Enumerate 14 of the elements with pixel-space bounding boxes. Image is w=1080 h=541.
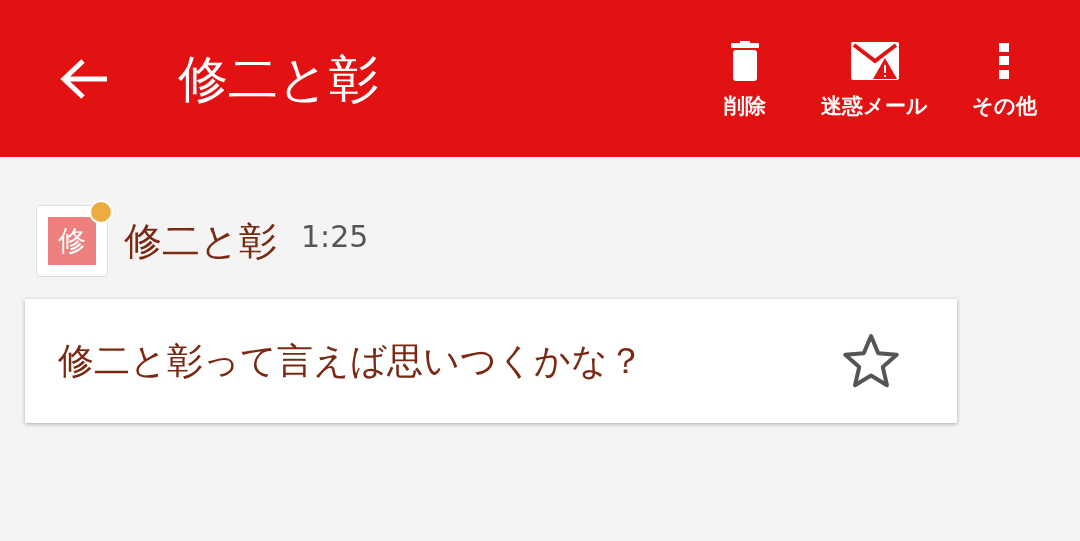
trash-icon [729,41,761,81]
star-button[interactable] [841,332,901,390]
header-title: 修二と彰 [178,53,379,104]
sender-name: 修二と彰 [124,222,277,260]
message-body: 修二と彰って言えば思いつくかな？ [58,343,644,379]
star-icon [841,332,901,390]
more-icon [998,43,1010,79]
toolbar-button[interactable]: その他 [968,40,1040,117]
back-arrow-icon [59,56,109,101]
mail-warning-icon [850,42,899,80]
avatar: 修 [48,217,96,265]
toolbar-button[interactable]: 迷惑メール [821,40,928,117]
toolbar-button[interactable]: 削除 [709,40,781,117]
message-time: 1:25 [301,222,369,252]
